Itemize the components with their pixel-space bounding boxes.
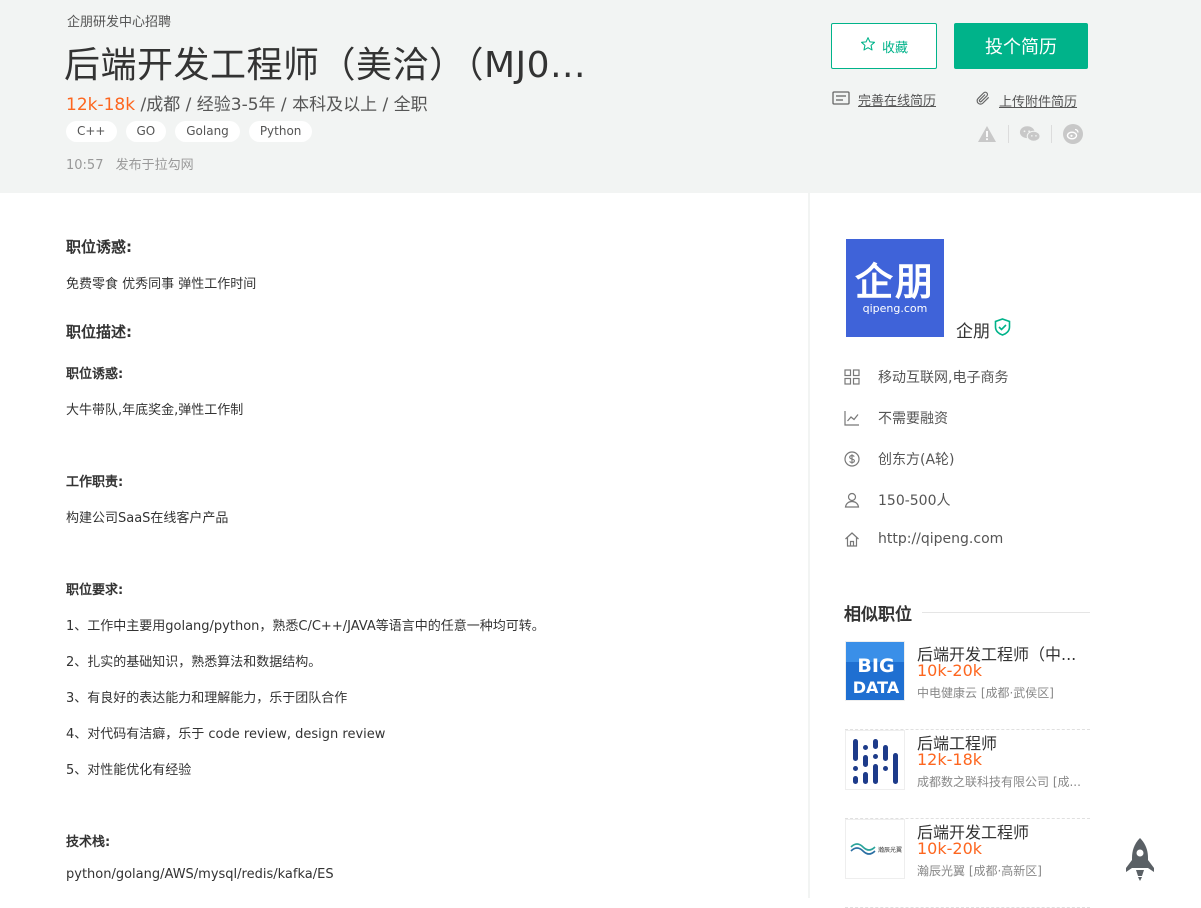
similar-job-salary: 10k-20k — [917, 839, 983, 858]
similar-job-item[interactable]: BIG DATA 后端开发工程师（中... 10k-20k 中电健康云 [成都·… — [845, 641, 1090, 730]
company-financing-row: 不需要融资 — [844, 408, 948, 428]
similar-job-item[interactable]: 后端工程师 12k-18k 成都数之联科技有限公司 [成... — [845, 730, 1090, 819]
complete-resume-label: 完善在线简历 — [858, 94, 937, 109]
company-name[interactable]: 企朋 — [956, 317, 1011, 342]
company-field: 移动互联网,电子商务 — [878, 370, 1009, 386]
skill-tag[interactable]: GO — [125, 121, 167, 142]
job-header: 企朋研发中心招聘 后端开发工程师（美洽）（MJ0... 12k-18k /成都 … — [0, 0, 1201, 193]
publish-time: 10:57 — [66, 158, 104, 173]
similar-job-item[interactable]: 瀚辰光翼 后端开发工程师 10k-20k 瀚辰光翼 [成都·高新区] — [845, 819, 1090, 908]
publish-source: 发布于拉勾网 — [115, 158, 194, 173]
resume-icon — [832, 90, 850, 109]
svg-text:BIG: BIG — [857, 655, 894, 677]
icon-separator — [1051, 125, 1052, 143]
description-line: 2、扎实的基础知识，熟悉算法和数据结构。 — [66, 655, 322, 670]
job-requirements: /成都 / 经验3-5年 / 本科及以上 / 全职 — [140, 95, 428, 115]
company-site-row: http://qipeng.com — [844, 531, 1003, 547]
share-icon-row — [976, 123, 1084, 145]
job-title: 后端开发工程师（美洽）（MJ0... — [64, 45, 586, 86]
description-line: 大牛带队,年底奖金,弹性工作制 — [66, 403, 244, 418]
company-investor-row: 创东方(A轮) — [844, 449, 955, 469]
description-line: 3、有良好的表达能力和理解能力，乐于团队合作 — [66, 691, 348, 706]
icon-separator — [1008, 125, 1009, 143]
company-size-row: 150-500人 — [844, 490, 951, 510]
skill-tag[interactable]: C++ — [66, 121, 117, 142]
similar-jobs-header: 相似职位 — [844, 600, 1090, 625]
skill-tag[interactable]: Golang — [175, 121, 240, 142]
description-line: 构建公司SaaS在线客户产品 — [66, 511, 229, 526]
header-rule — [922, 612, 1090, 613]
job-description-title: 职位描述: — [66, 323, 132, 341]
description-line: 5、对性能优化有经验 — [66, 763, 192, 778]
job-perk-text: 免费零食 优秀同事 弹性工作时间 — [66, 277, 257, 292]
apply-button[interactable]: 投个简历 — [954, 23, 1088, 69]
weibo-share-icon[interactable] — [1062, 123, 1084, 145]
company-recruiting-line[interactable]: 企朋研发中心招聘 — [67, 11, 171, 30]
company-website-link[interactable]: http://qipeng.com — [878, 531, 1003, 547]
svg-text:DATA: DATA — [853, 678, 900, 697]
description-line: 1、工作中主要用golang/python，熟悉C/C++/JAVA等语言中的任… — [66, 619, 545, 634]
description-subheading: 职位要求: — [66, 583, 124, 598]
job-perk-title: 职位诱惑: — [66, 238, 132, 256]
complete-resume-link[interactable]: 完善在线简历 — [832, 90, 936, 109]
wechat-share-icon[interactable] — [1019, 123, 1041, 145]
verified-shield-icon — [994, 318, 1011, 341]
description-subheading: 职位诱惑: — [66, 367, 124, 382]
upload-resume-link[interactable]: 上传附件简历 — [975, 90, 1077, 110]
description-subheading: 技术栈: — [66, 835, 111, 850]
similar-jobs-title: 相似职位 — [844, 605, 912, 625]
similar-job-company: 成都数之联科技有限公司 [成... — [917, 775, 1081, 789]
job-salary: 12k-18k — [66, 95, 136, 115]
company-financing: 不需要融资 — [878, 411, 948, 427]
thumb-caption: 瀚辰光翼 — [878, 846, 902, 854]
similar-job-company: 中电健康云 [成都·武侯区] — [917, 686, 1054, 700]
job-meta: 12k-18k /成都 / 经验3-5年 / 本科及以上 / 全职 — [66, 90, 428, 115]
upload-resume-label: 上传附件简历 — [999, 94, 1078, 110]
similar-job-thumbnail: BIG DATA — [845, 641, 905, 701]
report-warning-icon[interactable] — [976, 123, 998, 145]
job-detail-main — [0, 193, 808, 898]
similar-job-thumbnail — [845, 730, 905, 790]
company-field-row: 移动互联网,电子商务 — [844, 367, 1008, 387]
person-icon — [844, 492, 860, 508]
logo-text: 企朋 — [854, 260, 935, 304]
back-to-top-rocket-icon[interactable] — [1124, 836, 1156, 882]
company-logo[interactable]: 企朋 qipeng.com — [846, 239, 944, 337]
skill-tag[interactable]: Python — [248, 121, 313, 142]
collect-label: 收藏 — [881, 40, 908, 56]
publish-info: 10:57 发布于拉勾网 — [66, 154, 194, 173]
paperclip-icon — [975, 90, 991, 110]
home-icon — [844, 531, 860, 547]
similar-job-salary: 12k-18k — [917, 750, 983, 769]
description-line: python/golang/AWS/mysql/redis/kafka/ES — [66, 867, 334, 882]
similar-job-thumbnail: 瀚辰光翼 — [845, 819, 905, 879]
collect-button[interactable]: 收藏 — [831, 23, 937, 69]
trend-chart-icon — [844, 410, 860, 426]
logo-subtext: qipeng.com — [862, 302, 928, 315]
similar-job-company: 瀚辰光翼 [成都·高新区] — [917, 864, 1042, 878]
description-subheading: 工作职责: — [66, 475, 124, 490]
star-icon — [860, 36, 876, 56]
similar-job-salary: 10k-20k — [917, 661, 983, 680]
skill-tags: C++ GO Golang Python — [66, 121, 313, 142]
company-investor: 创东方(A轮) — [878, 452, 955, 468]
grid-icon — [844, 369, 860, 385]
company-size: 150-500人 — [878, 493, 951, 509]
dollar-coin-icon — [844, 451, 860, 467]
description-line: 4、对代码有洁癖，乐于 code review, design review — [66, 727, 386, 742]
company-name-text: 企朋 — [956, 322, 990, 342]
